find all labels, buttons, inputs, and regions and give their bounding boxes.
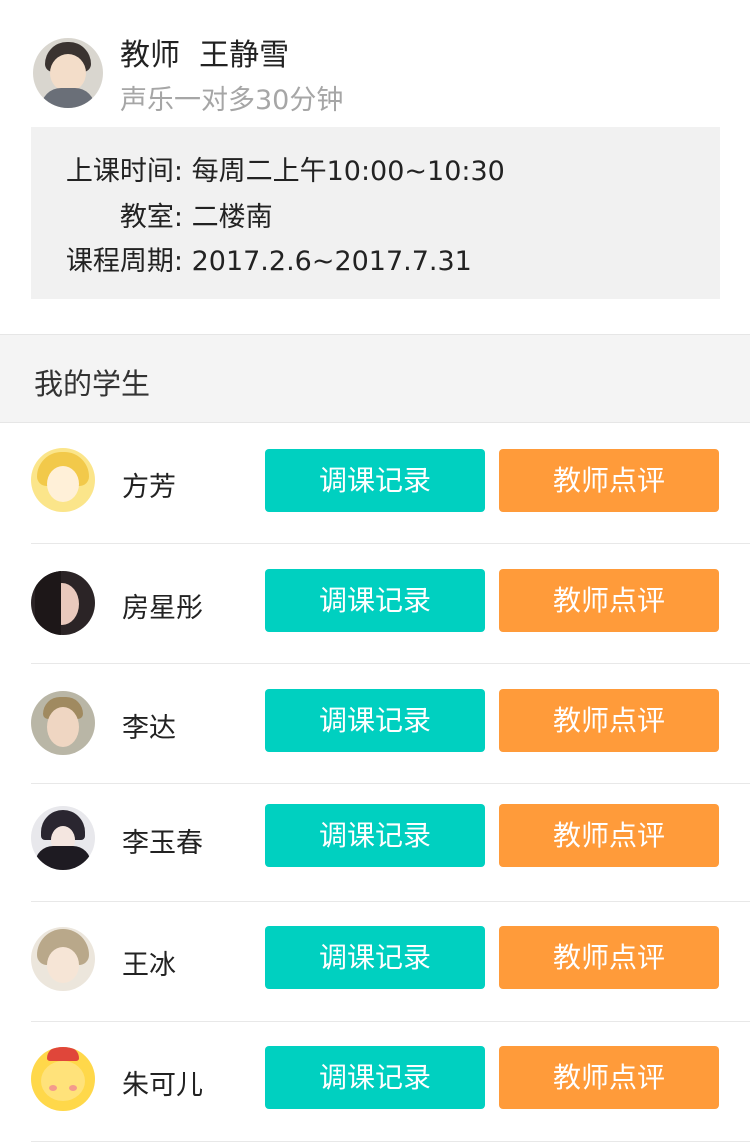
teacher-review-button[interactable]: 教师点评: [499, 804, 719, 867]
student-name: 王冰: [122, 950, 176, 981]
schedule-record-button[interactable]: 调课记录: [265, 1046, 485, 1109]
teacher-avatar[interactable]: [33, 38, 103, 108]
course-period-row: 课程周期: 2017.2.6~2017.7.31: [61, 239, 472, 278]
list-item: 李玉春 调课记录 教师点评: [0, 784, 750, 902]
my-students-header: 我的学生: [0, 334, 750, 423]
schedule-record-button[interactable]: 调课记录: [265, 926, 485, 989]
class-time-label: 上课时间:: [65, 156, 183, 187]
course-period-label: 课程周期:: [65, 246, 183, 277]
teacher-name: 教师 王静雪: [120, 38, 290, 73]
list-item: 方芳 调课记录 教师点评: [0, 422, 750, 544]
student-avatar[interactable]: [31, 448, 95, 512]
list-item: 朱可儿 调课记录 教师点评: [0, 1022, 750, 1142]
student-name: 朱可儿: [122, 1070, 203, 1101]
course-info-box: 上课时间: 每周二上午10:00~10:30 教室: 二楼南 课程周期: 201…: [31, 127, 720, 299]
class-time-value: 每周二上午10:00~10:30: [191, 156, 505, 187]
teacher-header: 教师 王静雪 声乐一对多30分钟: [0, 0, 750, 128]
student-name: 李达: [122, 713, 176, 744]
section-title: 我的学生: [34, 367, 151, 401]
student-name: 方芳: [122, 472, 176, 503]
classroom-row: 教室: 二楼南: [61, 195, 273, 234]
teacher-review-button[interactable]: 教师点评: [499, 449, 719, 512]
student-name: 李玉春: [122, 828, 203, 859]
student-avatar[interactable]: [31, 571, 95, 635]
student-avatar[interactable]: [31, 691, 95, 755]
classroom-label: 教室:: [119, 202, 183, 233]
teacher-review-button[interactable]: 教师点评: [499, 1046, 719, 1109]
schedule-record-button[interactable]: 调课记录: [265, 449, 485, 512]
list-item: 李达 调课记录 教师点评: [0, 664, 750, 784]
student-avatar[interactable]: [31, 927, 95, 991]
teacher-review-button[interactable]: 教师点评: [499, 689, 719, 752]
classroom-value: 二楼南: [191, 202, 273, 233]
student-avatar[interactable]: [31, 806, 95, 870]
schedule-record-button[interactable]: 调课记录: [265, 689, 485, 752]
schedule-record-button[interactable]: 调课记录: [265, 804, 485, 867]
list-item: 房星彤 调课记录 教师点评: [0, 544, 750, 664]
course-period-value: 2017.2.6~2017.7.31: [191, 246, 472, 277]
list-item: 王冰 调课记录 教师点评: [0, 902, 750, 1022]
student-name: 房星彤: [122, 593, 203, 624]
schedule-record-button[interactable]: 调课记录: [265, 569, 485, 632]
divider: [31, 1141, 750, 1142]
course-name: 声乐一对多30分钟: [120, 85, 344, 116]
teacher-review-button[interactable]: 教师点评: [499, 926, 719, 989]
student-list: 方芳 调课记录 教师点评 房星彤 调课记录 教师点评 李达 调课记录 教师点评 …: [0, 422, 750, 1142]
teacher-review-button[interactable]: 教师点评: [499, 569, 719, 632]
class-time-row: 上课时间: 每周二上午10:00~10:30: [61, 149, 505, 188]
student-avatar[interactable]: [31, 1047, 95, 1111]
